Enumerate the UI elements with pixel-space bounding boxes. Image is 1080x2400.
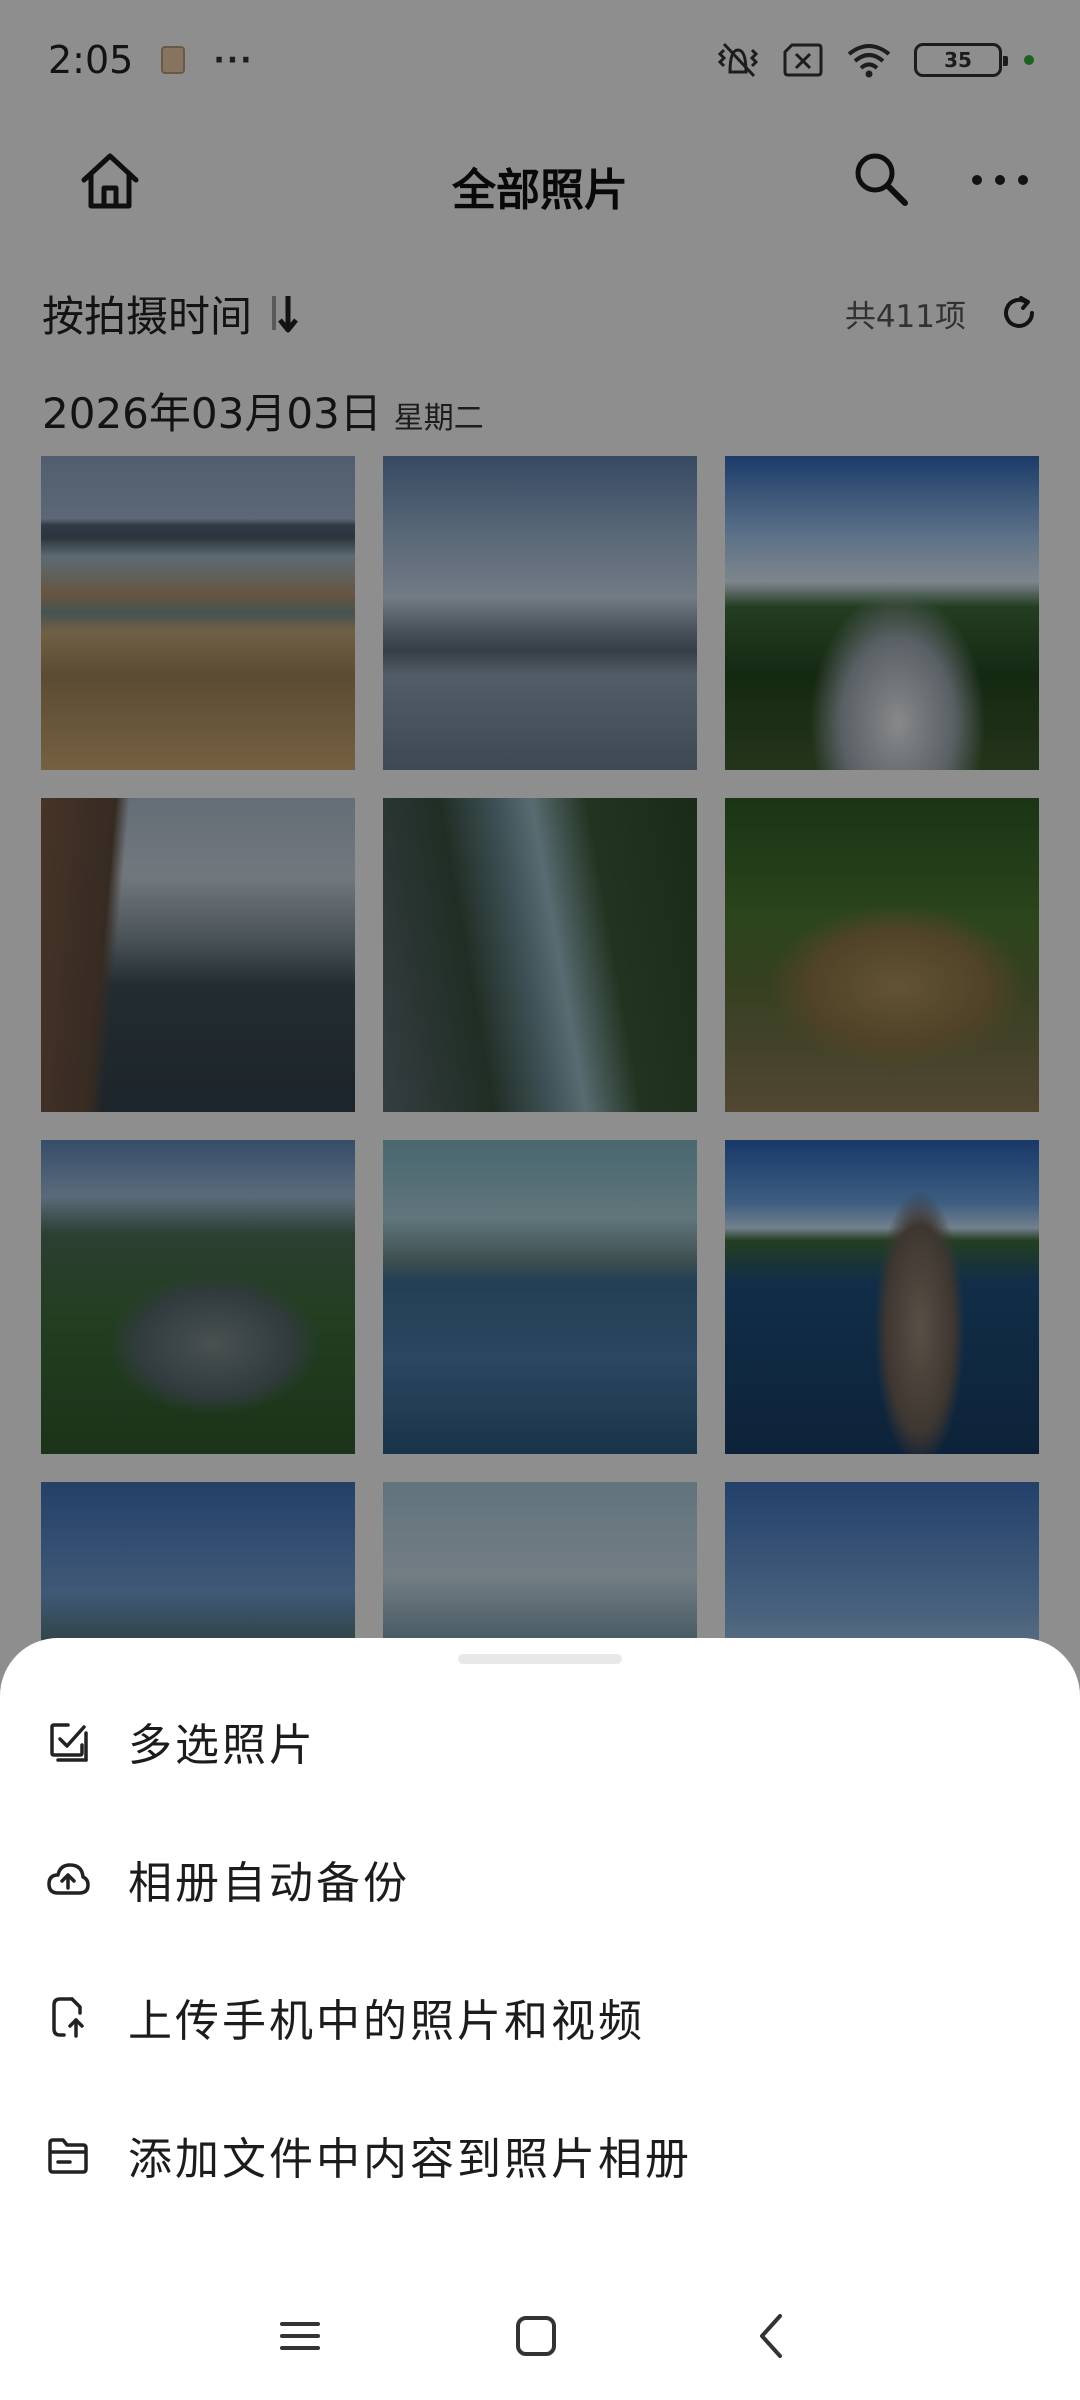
multi-select-icon [50, 1723, 88, 1762]
menu-item-add-from-files[interactable]: 添加文件中内容到照片相册 [0, 2086, 1080, 2224]
menu-item-auto-backup[interactable]: 相册自动备份 [0, 1810, 1080, 1948]
home-nav-icon[interactable] [506, 2306, 566, 2366]
menu-item-multi-select[interactable]: 多选照片 [0, 1672, 1080, 1810]
system-navigation-bar [0, 2270, 1080, 2400]
phone-upload-icon [52, 1997, 84, 2038]
menu-item-label: 多选照片 [128, 1720, 316, 1771]
cloud-upload-icon [47, 1863, 90, 1895]
menu-item-label: 上传手机中的照片和视频 [128, 1996, 645, 2047]
menu-item-label: 添加文件中内容到照片相册 [128, 2134, 692, 2185]
back-icon[interactable] [742, 2306, 802, 2366]
folder-icon [48, 2138, 88, 2174]
sheet-drag-handle[interactable] [458, 1654, 622, 1664]
recent-apps-icon[interactable] [270, 2306, 330, 2366]
menu-item-label: 相册自动备份 [128, 1858, 410, 1909]
menu-item-upload-phone-media[interactable]: 上传手机中的照片和视频 [0, 1948, 1080, 2086]
